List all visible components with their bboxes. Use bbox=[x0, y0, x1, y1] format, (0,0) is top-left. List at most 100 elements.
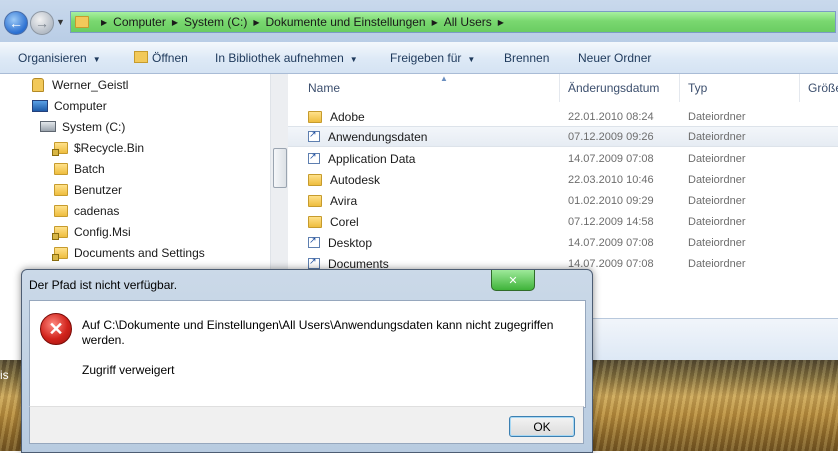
new-folder-button[interactable]: Neuer Ordner bbox=[578, 51, 651, 65]
tree-item-documents-and-settings[interactable]: Documents and Settings bbox=[52, 242, 205, 263]
folder-icon bbox=[75, 16, 89, 28]
chevron-down-icon: ▼ bbox=[349, 55, 358, 64]
file-type: Dateiordner bbox=[688, 257, 746, 270]
table-row[interactable]: Anwendungsdaten 07.12.2009 09:26 Dateior… bbox=[288, 126, 838, 147]
dialog-close-button[interactable]: ✕ bbox=[491, 270, 535, 291]
share-label: Freigeben für bbox=[390, 51, 462, 65]
breadcrumb-system-c[interactable]: System (C:) bbox=[184, 15, 247, 29]
arrow-left-icon: ← bbox=[9, 15, 23, 31]
breadcrumb-arrow-icon[interactable]: ▶ bbox=[172, 18, 178, 27]
table-row[interactable]: Corel 07.12.2009 14:58 Dateiordner bbox=[288, 211, 838, 232]
arrow-right-icon: → bbox=[35, 15, 49, 31]
file-date: 07.12.2009 14:58 bbox=[568, 215, 654, 228]
breadcrumb-all-users[interactable]: All Users bbox=[444, 15, 492, 29]
file-name: Adobe bbox=[330, 109, 365, 124]
file-type: Dateiordner bbox=[688, 110, 746, 123]
locked-folder-icon bbox=[52, 246, 68, 261]
ok-button[interactable]: OK bbox=[509, 416, 575, 437]
table-row[interactable]: Application Data 14.07.2009 07:08 Dateio… bbox=[288, 148, 838, 169]
tree-item-benutzer[interactable]: Benutzer bbox=[54, 179, 122, 200]
close-icon: ✕ bbox=[508, 274, 518, 287]
tree-item-batch[interactable]: Batch bbox=[54, 158, 105, 179]
burn-button[interactable]: Brennen bbox=[504, 51, 549, 65]
shortcut-icon bbox=[308, 235, 320, 248]
tree-item-recycle-bin[interactable]: $Recycle.Bin bbox=[52, 137, 145, 158]
file-name: Desktop bbox=[328, 235, 373, 250]
table-row[interactable]: Adobe 22.01.2010 08:24 Dateiordner bbox=[288, 106, 838, 127]
tree-item-werner-geistl[interactable]: Werner_Geistl bbox=[32, 74, 128, 95]
tree-item-computer[interactable]: Computer bbox=[32, 95, 107, 116]
tree-item-config-msi[interactable]: Config.Msi bbox=[52, 221, 131, 242]
shortcut-icon bbox=[308, 129, 320, 142]
desktop-icon-label[interactable]: is bbox=[0, 368, 9, 382]
tree-item-label: Batch bbox=[74, 161, 105, 176]
table-row[interactable]: Avira 01.02.2010 09:29 Dateiordner bbox=[288, 190, 838, 211]
file-name: Autodesk bbox=[330, 172, 381, 187]
shortcut-icon bbox=[308, 256, 320, 269]
recent-pages-dropdown[interactable]: ▼ bbox=[56, 17, 65, 27]
include-in-library-button[interactable]: In Bibliothek aufnehmen ▼ bbox=[215, 51, 358, 65]
tree-item-label: Computer bbox=[54, 98, 107, 113]
address-area: ← → ▼ ▶ Computer ▶ System (C:) ▶ Dokumen… bbox=[0, 0, 838, 42]
tree-item-label: Config.Msi bbox=[74, 224, 131, 239]
open-label: Öffnen bbox=[152, 51, 188, 65]
open-button[interactable]: Öffnen bbox=[134, 51, 188, 65]
locked-folder-icon bbox=[52, 225, 68, 240]
file-date: 14.07.2009 07:08 bbox=[568, 236, 654, 249]
tree-item-label: Documents and Settings bbox=[74, 245, 205, 260]
tree-item-label: $Recycle.Bin bbox=[74, 140, 145, 155]
dialog-body: ✕ Auf C:\Dokumente und Einstellungen\All… bbox=[29, 300, 586, 408]
breadcrumb-dokumente[interactable]: Dokumente und Einstellungen bbox=[266, 15, 426, 29]
tree-item-system-c[interactable]: System (C:) bbox=[40, 116, 125, 137]
folder-icon bbox=[308, 110, 322, 123]
folder-icon bbox=[54, 183, 68, 196]
breadcrumb-arrow-icon[interactable]: ▶ bbox=[253, 18, 259, 27]
column-header-name[interactable]: ▲ Name bbox=[300, 74, 560, 102]
column-header-size[interactable]: Größe bbox=[800, 74, 838, 102]
tree-item-label: Benutzer bbox=[74, 182, 123, 197]
dialog-message: Auf C:\Dokumente und Einstellungen\All U… bbox=[82, 318, 554, 347]
file-date: 14.07.2009 07:08 bbox=[568, 257, 654, 270]
command-bar: Organisieren ▼ Öffnen In Bibliothek aufne… bbox=[0, 42, 838, 74]
chevron-down-icon: ▼ bbox=[56, 17, 65, 27]
file-type: Dateiordner bbox=[688, 194, 746, 207]
breadcrumb-arrow-icon[interactable]: ▶ bbox=[498, 18, 504, 27]
breadcrumb-arrow-icon[interactable]: ▶ bbox=[432, 18, 438, 27]
library-label: In Bibliothek aufnehmen bbox=[215, 51, 344, 65]
address-bar[interactable]: ▶ Computer ▶ System (C:) ▶ Dokumente und… bbox=[70, 11, 836, 33]
folder-icon bbox=[308, 194, 322, 207]
dialog-title: Der Pfad ist nicht verfügbar. bbox=[29, 278, 178, 292]
table-row[interactable]: Autodesk 22.03.2010 10:46 Dateiordner bbox=[288, 169, 838, 190]
column-header-label: Name bbox=[308, 81, 341, 95]
file-date: 01.02.2010 09:29 bbox=[568, 194, 654, 207]
forward-button[interactable]: → bbox=[30, 11, 54, 35]
sort-ascending-icon: ▲ bbox=[440, 74, 448, 83]
tree-item-cadenas[interactable]: cadenas bbox=[54, 200, 119, 221]
column-header-date[interactable]: Änderungsdatum bbox=[560, 74, 680, 102]
dialog-detail: Zugriff verweigert bbox=[82, 363, 175, 377]
back-button[interactable]: ← bbox=[4, 11, 28, 35]
column-header-type[interactable]: Typ bbox=[680, 74, 800, 102]
error-dialog: Der Pfad ist nicht verfügbar. ✕ ✕ Auf C:… bbox=[21, 269, 593, 453]
organize-button[interactable]: Organisieren ▼ bbox=[18, 51, 101, 65]
table-row[interactable]: Desktop 14.07.2009 07:08 Dateiordner bbox=[288, 232, 838, 253]
tree-item-label: Werner_Geistl bbox=[52, 77, 129, 92]
file-name: Application Data bbox=[328, 151, 416, 166]
file-date: 22.01.2010 08:24 bbox=[568, 110, 654, 123]
breadcrumb-arrow-icon[interactable]: ▶ bbox=[101, 18, 107, 27]
share-with-button[interactable]: Freigeben für ▼ bbox=[390, 51, 475, 65]
drive-icon bbox=[40, 121, 56, 132]
file-type: Dateiordner bbox=[688, 215, 746, 228]
locked-folder-icon bbox=[52, 141, 68, 156]
file-date: 14.07.2009 07:08 bbox=[568, 152, 654, 165]
nav-scrollbar-thumb[interactable] bbox=[273, 148, 287, 188]
file-date: 07.12.2009 09:26 bbox=[568, 130, 654, 143]
breadcrumb-computer[interactable]: Computer bbox=[113, 15, 166, 29]
file-name: Avira bbox=[330, 193, 358, 208]
open-folder-icon bbox=[134, 51, 148, 63]
dialog-footer: OK bbox=[29, 406, 584, 444]
shortcut-icon bbox=[308, 151, 320, 164]
user-folder-icon bbox=[32, 77, 44, 92]
computer-icon bbox=[32, 99, 48, 112]
chevron-down-icon: ▼ bbox=[467, 55, 476, 64]
